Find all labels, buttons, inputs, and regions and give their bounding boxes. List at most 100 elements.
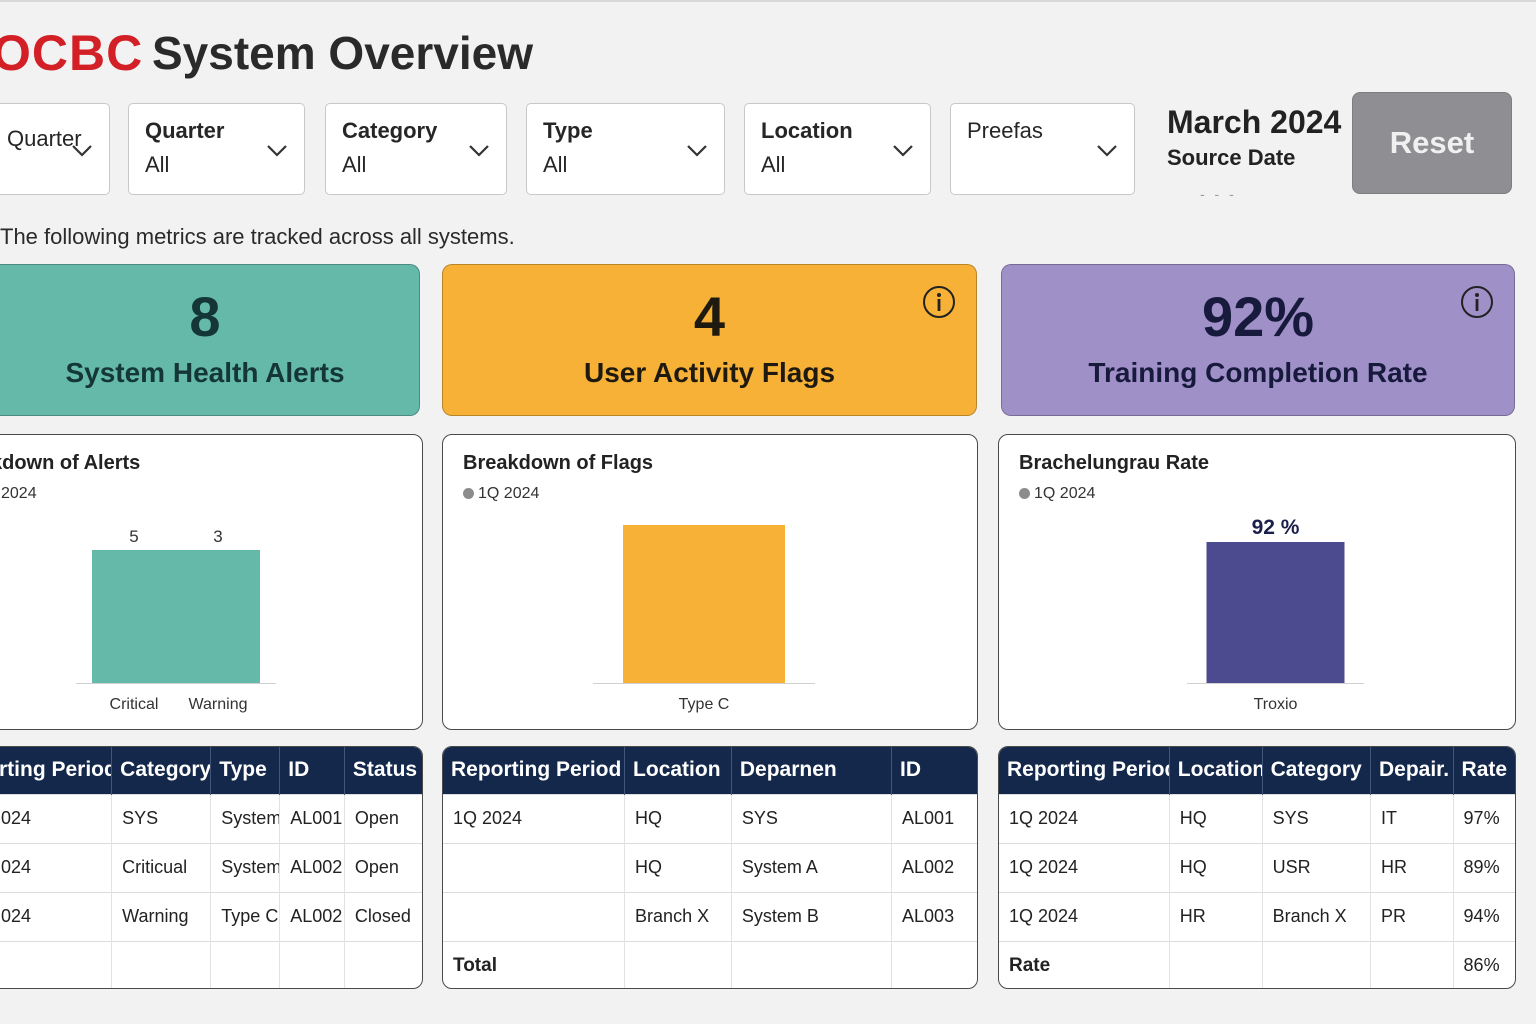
table-cell [1262,940,1372,988]
table-cell: 1Q 2024 [999,842,1170,892]
column-header[interactable]: Depair. [1370,747,1454,794]
table-row[interactable]: 1Q 2024 HR Branch X PR 94% [999,891,1515,941]
rate-table: Reporting Period Location Category Depair. R… [998,746,1516,989]
chart-card-flags: Breakdown of Flags 1Q 2024 Type C [442,434,978,730]
table-cell: AL003 [891,891,977,941]
bar-data-label: 92 % [1252,516,1300,539]
column-header[interactable]: Category [1262,747,1372,794]
table-cell: Closed [344,891,422,941]
table-row[interactable]: 1Q 2024 HQ SYS IT 97% [999,793,1515,843]
chevron-down-icon [1097,145,1117,157]
table-row[interactable]: 1Q 2024 HQ SYS AL001 [443,793,977,843]
kpi-label: System Health Alerts [65,357,345,388]
page-subtitle: The following metrics are tracked across… [0,224,515,249]
source-date-divider: - - - [1200,186,1237,202]
column-header[interactable]: Reporting Period [443,747,626,794]
table-cell: AL002 [279,842,345,892]
table-cell: USR [1262,842,1372,892]
bar-data-label: 5 [129,527,138,546]
table-cell [1169,940,1263,988]
table-cell [1370,940,1454,988]
column-header[interactable]: Type [210,747,281,794]
column-header[interactable]: Location [1169,747,1263,794]
chart-bar[interactable] [92,550,176,683]
quarter-filter-dropdown[interactable]: Quarter All [128,103,305,195]
kpi-card-system-health[interactable]: 8 System Health Alerts [0,264,420,416]
type-filter-dropdown[interactable]: Type All [526,103,725,195]
column-header[interactable]: Location [624,747,732,794]
period-filter-dropdown[interactable]: Quarter [0,103,110,195]
table-row[interactable]: 024 Warning Type C AL002 Closed [0,891,422,941]
table-cell: Total [443,940,626,988]
table-row[interactable]: 024 Criticual System AL002 Open [0,842,422,892]
info-icon[interactable] [922,285,956,319]
table-cell: Open [344,842,422,892]
table-cell: 89% [1453,842,1515,892]
table-row[interactable]: 024 SYS System AL001 Open [0,793,422,843]
table-cell [891,940,977,988]
kpi-card-training-rate[interactable]: 92% Training Completion Rate [1001,264,1515,416]
kpi-value: 8 [189,285,221,348]
table-cell: System B [731,891,893,941]
column-header[interactable]: ID [279,747,345,794]
chart-bar[interactable] [623,525,785,683]
alerts-table: rting Period Category Type ID Status 024 SYS Sy… [0,746,423,989]
alerts-bar-chart: 5 Critical 3 Warning [76,527,276,713]
table-row[interactable]: Rate 86% [999,940,1515,988]
rate-bar-chart: 92 % Troxio [1187,516,1364,713]
preefas-filter-dropdown[interactable]: Preefas [950,103,1135,195]
category-tick-label: Type C [679,696,730,713]
table-cell [344,940,422,988]
column-header[interactable]: Category [111,747,212,794]
table-row[interactable]: HQ System A AL002 [443,842,977,892]
chart-bar[interactable] [1206,542,1345,683]
table-row[interactable] [0,940,422,988]
source-date-block: March 2024 Source Date [1167,104,1341,171]
flags-table: Reporting Period Location Deparnen ID 1Q 202… [442,746,978,989]
column-header[interactable]: Deparnen [731,747,893,794]
category-tick-label: Troxio [1254,696,1298,713]
column-header[interactable]: Rate [1453,747,1515,794]
source-date-label: Source Date [1167,145,1296,170]
category-filter-dropdown[interactable]: Category All [325,103,507,195]
table-cell: AL002 [891,842,977,892]
table-cell: HQ [1169,842,1263,892]
column-header[interactable]: ID [891,747,977,794]
source-date-value: March 2024 [1167,104,1342,140]
filter-label: Location [761,118,853,143]
table-cell: System [210,842,281,892]
location-filter-dropdown[interactable]: Location All [744,103,931,195]
table-cell [624,940,732,988]
table-row[interactable]: Total [443,940,977,988]
kpi-card-user-activity[interactable]: 4 User Activity Flags [442,264,977,416]
column-header[interactable]: Status [344,747,422,794]
chart-bar[interactable] [176,550,260,683]
chevron-down-icon [893,145,913,157]
table-cell: Criticual [111,842,212,892]
table-cell: PR [1370,891,1454,941]
chart-card-rate: Brachelungrau Rate 1Q 2024 92 % Troxio [998,434,1516,730]
filter-label: Quarter [145,118,225,143]
table-cell: SYS [111,793,212,843]
table-cell [0,940,113,988]
table-cell: 97% [1453,793,1515,843]
table-row[interactable]: Branch X System B AL003 [443,891,977,941]
table-cell: Branch X [624,891,732,941]
category-tick-label: Critical [110,696,159,713]
kpi-label: Training Completion Rate [1088,357,1428,388]
column-header[interactable]: rting Period [0,747,113,794]
table-cell: IT [1370,793,1454,843]
table-header-row: Reporting Period Location Deparnen ID [443,747,977,794]
column-header[interactable]: Reporting Period [999,747,1170,794]
filter-label: Category [342,118,438,143]
info-icon[interactable] [1460,285,1494,319]
table-cell: 024 [0,793,113,843]
table-cell: HQ [624,842,732,892]
table-row[interactable]: 1Q 2024 HQ USR HR 89% [999,842,1515,892]
reset-button[interactable]: Reset [1352,92,1512,194]
table-cell: Type C [210,891,281,941]
filter-value: All [543,152,568,177]
page-title: System Overview [152,27,534,79]
table-cell: Open [344,793,422,843]
table-header-row: Reporting Period Location Category Depair. R… [999,747,1515,794]
